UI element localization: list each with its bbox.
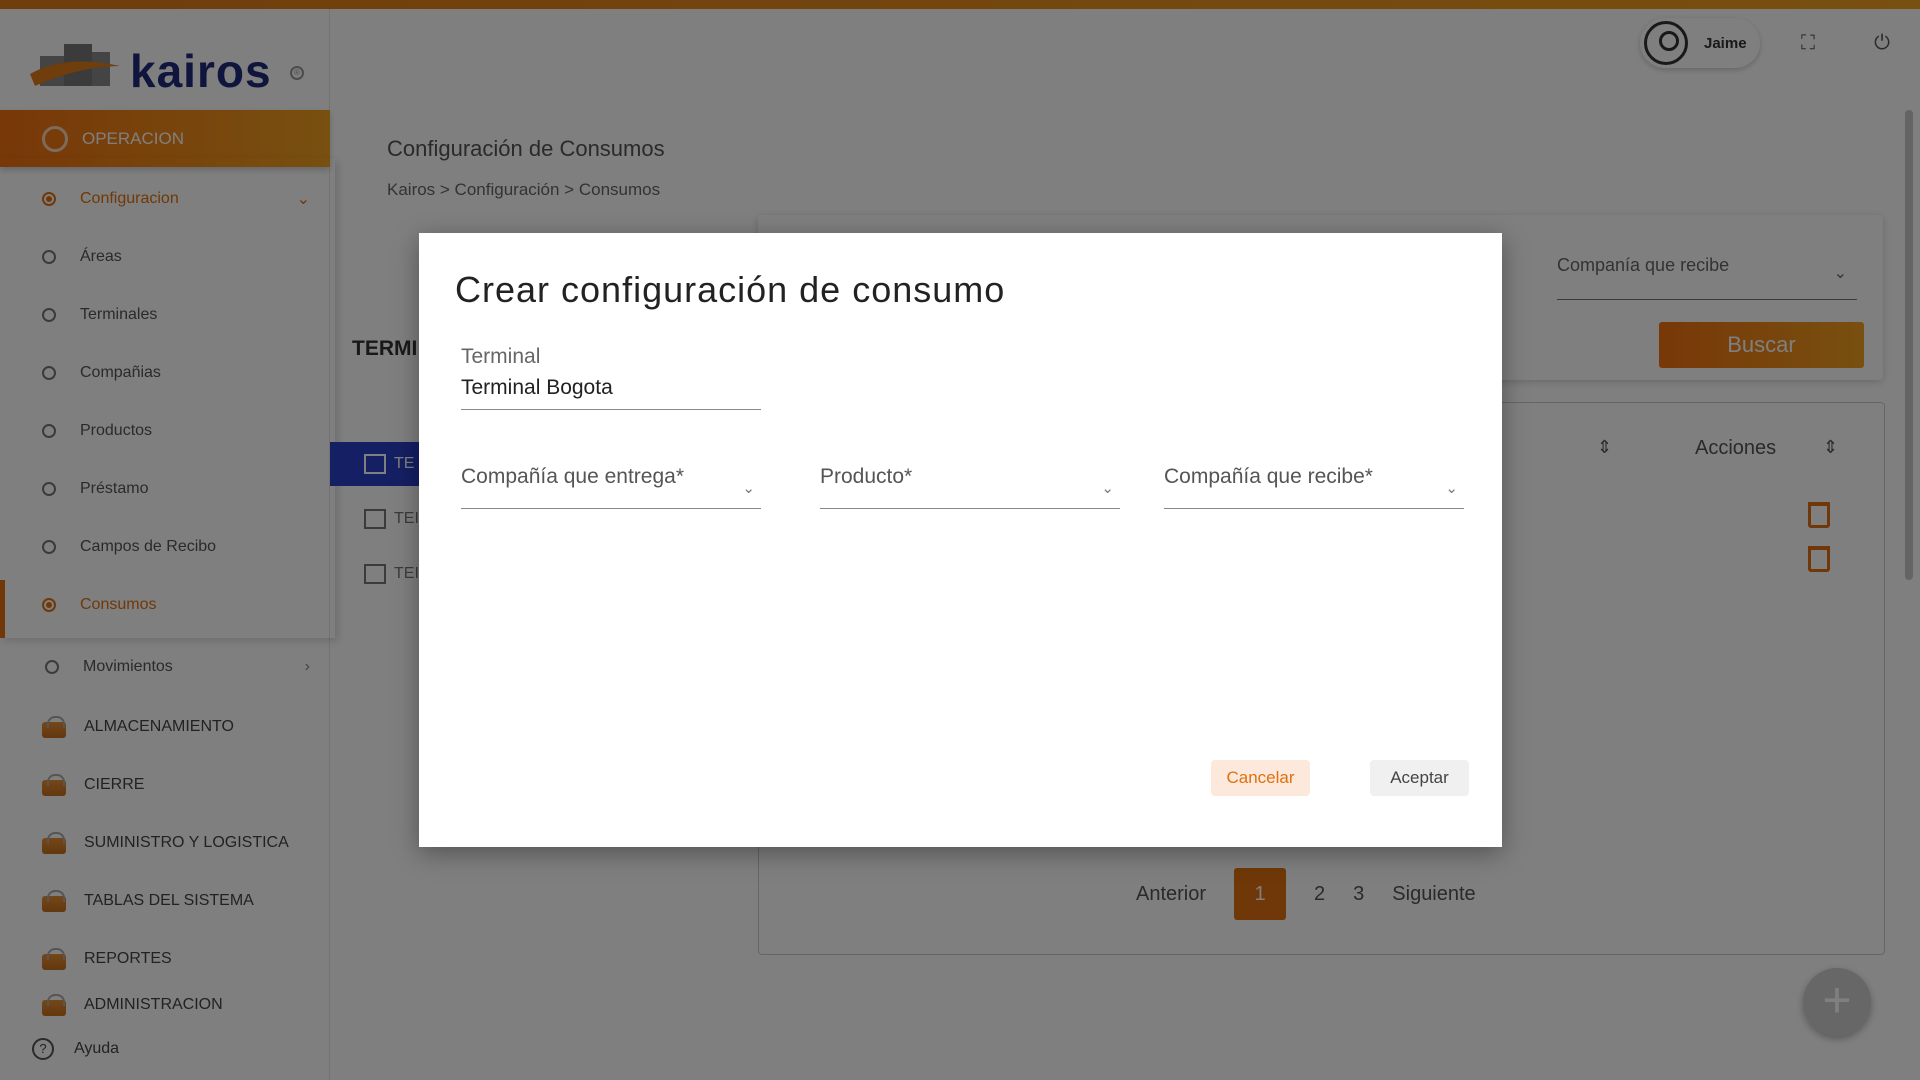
chevron-down-icon: ⌄ (742, 480, 755, 497)
producto-select[interactable]: Producto* ⌄ (820, 465, 1120, 509)
recibe-select-label: Compañía que recibe* (1164, 465, 1373, 488)
create-consumption-dialog: Crear configuración de consumo Terminal … (419, 233, 1502, 847)
accept-button[interactable]: Aceptar (1370, 760, 1469, 796)
chevron-down-icon: ⌄ (1445, 480, 1458, 497)
dialog-title: Crear configuración de consumo (455, 269, 1006, 310)
recibe-select[interactable]: Compañía que recibe* ⌄ (1164, 465, 1464, 509)
chevron-down-icon: ⌄ (1101, 480, 1114, 497)
terminal-field[interactable]: Terminal Bogota (461, 376, 761, 410)
cancel-button[interactable]: Cancelar (1211, 760, 1310, 796)
entrega-select[interactable]: Compañía que entrega* ⌄ (461, 465, 761, 509)
entrega-select-label: Compañía que entrega* (461, 465, 684, 488)
terminal-field-label: Terminal (461, 345, 541, 368)
producto-select-label: Producto* (820, 465, 913, 488)
